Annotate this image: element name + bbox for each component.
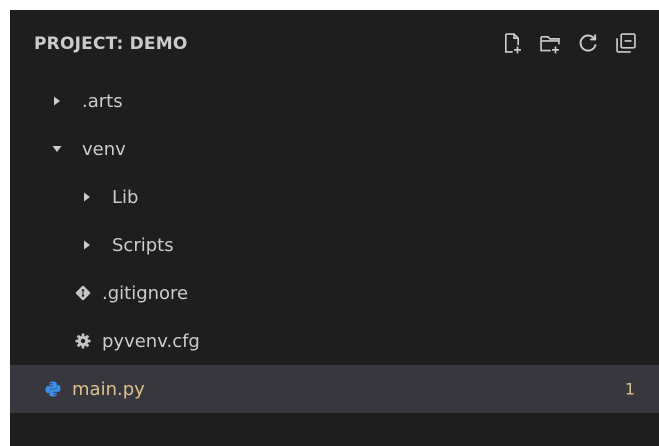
tree-item-label: Lib	[112, 186, 139, 208]
tree-item-label: Scripts	[112, 234, 174, 256]
python-icon	[44, 380, 62, 398]
tree-item-pyvenv-cfg[interactable]: pyvenv.cfg	[10, 317, 659, 365]
new-file-icon	[501, 32, 523, 58]
chevron-right-icon	[80, 238, 94, 252]
new-folder-icon	[539, 32, 561, 58]
refresh-button[interactable]	[575, 32, 601, 58]
collapse-all-button[interactable]	[613, 32, 639, 58]
tree-item-label: main.py	[72, 378, 145, 400]
chevron-down-icon	[50, 142, 64, 156]
tree-item-label: pyvenv.cfg	[102, 330, 200, 352]
tree-item-scripts[interactable]: Scripts	[10, 221, 659, 269]
tree-item-venv[interactable]: venv	[10, 125, 659, 173]
tree-item-label: .arts	[82, 90, 123, 112]
tree-item-main-py[interactable]: main.py 1	[10, 365, 659, 413]
file-tree: .arts venv Lib Scripts .gitignore pyvenv…	[10, 77, 659, 413]
chevron-right-icon	[80, 190, 94, 204]
git-icon	[74, 284, 92, 302]
new-folder-button[interactable]	[537, 32, 563, 58]
tree-item-arts[interactable]: .arts	[10, 77, 659, 125]
gear-icon	[74, 332, 92, 350]
new-file-button[interactable]	[499, 32, 525, 58]
tree-item-label: .gitignore	[102, 282, 189, 304]
chevron-right-icon	[50, 94, 64, 108]
explorer-header: PROJECT: DEMO	[10, 10, 659, 80]
tree-item-lib[interactable]: Lib	[10, 173, 659, 221]
explorer-actions	[499, 32, 639, 58]
explorer-panel: PROJECT: DEMO .arts venv Lib Scripts .gi…	[10, 10, 659, 446]
problem-count-badge: 1	[624, 379, 635, 399]
explorer-title: PROJECT: DEMO	[34, 34, 188, 54]
refresh-icon	[577, 32, 599, 58]
tree-item-gitignore[interactable]: .gitignore	[10, 269, 659, 317]
collapse-all-icon	[615, 32, 637, 58]
tree-item-label: venv	[82, 138, 126, 160]
